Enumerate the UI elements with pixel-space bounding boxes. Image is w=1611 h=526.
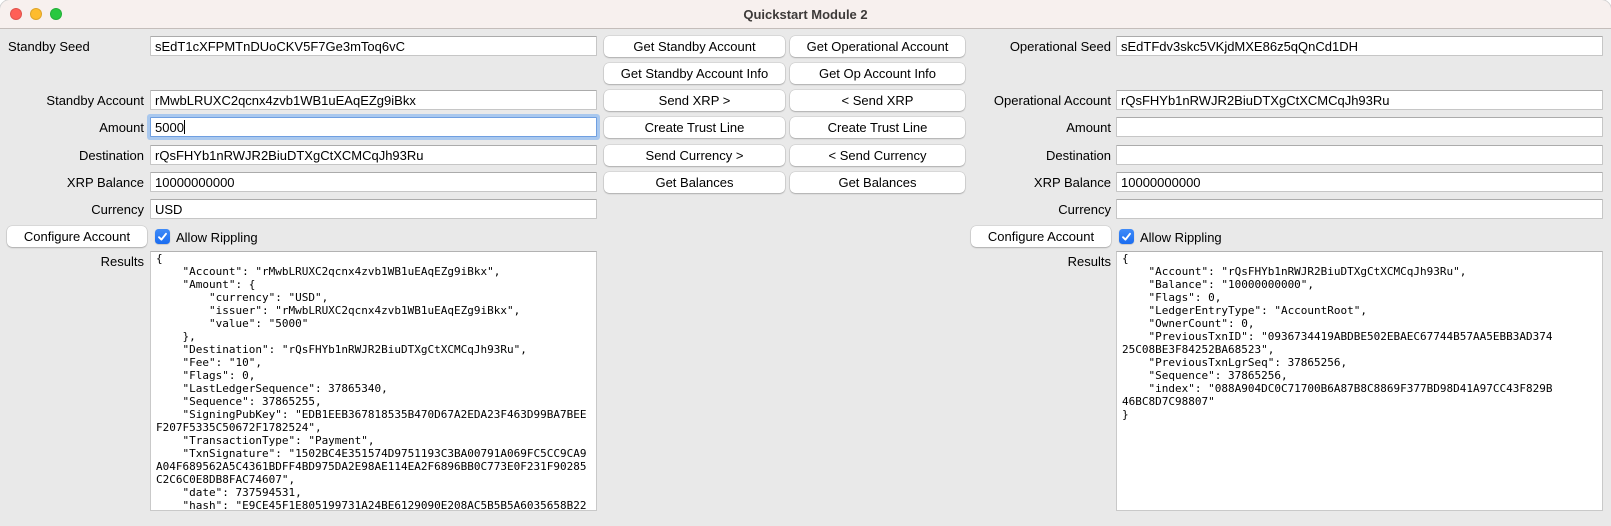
operational-account-input[interactable]	[1116, 90, 1603, 110]
minimize-icon[interactable]	[30, 8, 42, 20]
standby-xrp-balance-label: XRP Balance	[0, 175, 144, 190]
standby-seed-label: Standby Seed	[8, 39, 90, 54]
operational-account-label: Operational Account	[920, 93, 1111, 108]
get-op-account-info-button[interactable]: Get Op Account Info	[790, 63, 965, 84]
send-currency-right-button[interactable]: Send Currency >	[604, 145, 785, 166]
standby-destination-input[interactable]	[150, 145, 597, 165]
standby-allow-rippling-label: Allow Rippling	[176, 230, 258, 245]
standby-configure-account-button[interactable]: Configure Account	[7, 226, 147, 247]
standby-get-balances-button[interactable]: Get Balances	[604, 172, 785, 193]
standby-results-text[interactable]: { "Account": "rMwbLRUXC2qcnx4zvb1WB1uEAq…	[150, 251, 597, 511]
operational-allow-rippling-label: Allow Rippling	[1140, 230, 1222, 245]
operational-destination-input[interactable]	[1116, 145, 1603, 165]
standby-seed-input[interactable]	[150, 36, 597, 56]
operational-results-text[interactable]: { "Account": "rQsFHYb1nRWJR2BiuDTXgCtXCM…	[1116, 251, 1603, 511]
get-standby-account-info-button[interactable]: Get Standby Account Info	[604, 63, 785, 84]
operational-currency-input[interactable]	[1116, 199, 1603, 219]
operational-seed-input[interactable]	[1116, 36, 1603, 56]
standby-account-input[interactable]	[150, 90, 597, 110]
standby-create-trust-line-button[interactable]: Create Trust Line	[604, 117, 785, 138]
standby-account-label: Standby Account	[0, 93, 144, 108]
operational-currency-label: Currency	[920, 202, 1111, 217]
standby-amount-input[interactable]	[150, 117, 597, 137]
standby-xrp-balance-input[interactable]	[150, 172, 597, 192]
operational-amount-input[interactable]	[1116, 117, 1603, 137]
operational-destination-label: Destination	[920, 148, 1111, 163]
standby-currency-input[interactable]	[150, 199, 597, 219]
operational-configure-account-button[interactable]: Configure Account	[971, 226, 1111, 247]
operational-allow-rippling-checkbox[interactable]	[1119, 229, 1134, 244]
check-icon	[1121, 232, 1132, 242]
operational-results-label: Results	[920, 254, 1111, 269]
text-cursor	[184, 120, 185, 134]
standby-allow-rippling-checkbox[interactable]	[155, 229, 170, 244]
operational-xrp-balance-label: XRP Balance	[920, 175, 1111, 190]
app-window: Quickstart Module 2 Standby Seed Standby…	[0, 0, 1611, 526]
window-title: Quickstart Module 2	[743, 7, 867, 22]
get-standby-account-button[interactable]: Get Standby Account	[604, 36, 785, 57]
zoom-icon[interactable]	[50, 8, 62, 20]
operational-seed-label: Operational Seed	[920, 39, 1111, 54]
standby-results-label: Results	[0, 254, 144, 269]
check-icon	[157, 232, 168, 242]
close-icon[interactable]	[10, 8, 22, 20]
title-bar[interactable]: Quickstart Module 2	[0, 0, 1611, 29]
operational-amount-label: Amount	[920, 120, 1111, 135]
standby-currency-label: Currency	[0, 202, 144, 217]
send-xrp-right-button[interactable]: Send XRP >	[604, 90, 785, 111]
standby-amount-label: Amount	[0, 120, 144, 135]
operational-xrp-balance-input[interactable]	[1116, 172, 1603, 192]
standby-destination-label: Destination	[0, 148, 144, 163]
